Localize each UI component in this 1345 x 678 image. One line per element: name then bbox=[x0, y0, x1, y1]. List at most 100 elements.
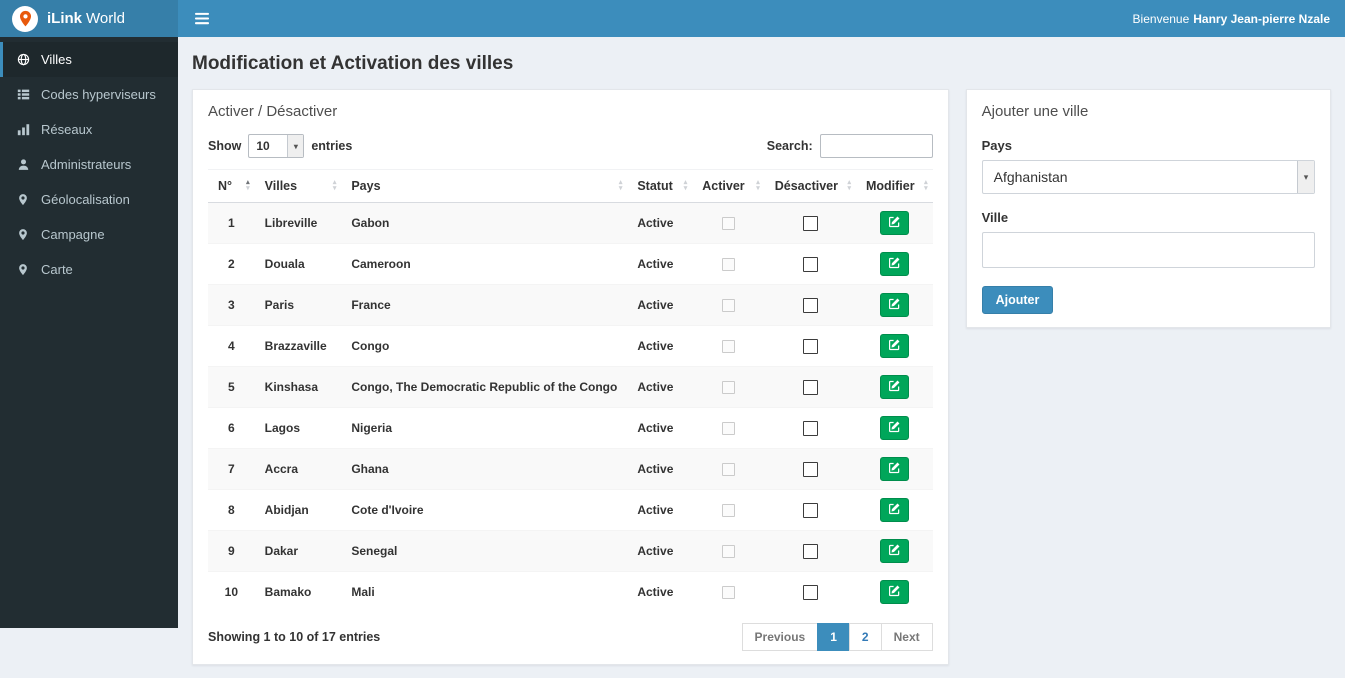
column-header-3[interactable]: Statut▴▾ bbox=[627, 170, 692, 203]
activer-checkbox[interactable] bbox=[722, 504, 735, 517]
hamburger-icon bbox=[195, 12, 209, 25]
ville-cell: Libreville bbox=[255, 203, 342, 244]
bar-chart-icon bbox=[15, 123, 31, 136]
column-header-2[interactable]: Pays▴▾ bbox=[341, 170, 627, 203]
edit-icon bbox=[888, 338, 901, 354]
desactiver-checkbox[interactable] bbox=[803, 421, 818, 436]
edit-button[interactable] bbox=[880, 252, 909, 276]
edit-button[interactable] bbox=[880, 375, 909, 399]
edit-button[interactable] bbox=[880, 293, 909, 317]
table-row: 4 Brazzaville Congo Active bbox=[208, 326, 933, 367]
sidebar-item-villes[interactable]: Villes bbox=[0, 42, 178, 77]
column-header-6[interactable]: Modifier ▴▾ bbox=[856, 170, 933, 203]
ville-input[interactable] bbox=[982, 232, 1315, 268]
row-number: 5 bbox=[208, 367, 255, 408]
sidebar-toggle-button[interactable] bbox=[193, 8, 211, 29]
pagination-previous[interactable]: Previous bbox=[742, 623, 819, 651]
activer-checkbox[interactable] bbox=[722, 340, 735, 353]
desactiver-checkbox[interactable] bbox=[803, 380, 818, 395]
search-input[interactable] bbox=[820, 134, 933, 158]
column-label: Modifier bbox=[866, 179, 915, 193]
entries-label: entries bbox=[311, 139, 352, 153]
edit-button[interactable] bbox=[880, 498, 909, 522]
edit-button[interactable] bbox=[880, 211, 909, 235]
sidebar-menu: Villes Codes hyperviseurs Réseaux Admini… bbox=[0, 37, 178, 287]
page-length-select[interactable]: 10 bbox=[248, 134, 304, 158]
villes-panel-title: Activer / Désactiver bbox=[208, 103, 933, 120]
column-label: Désactiver bbox=[775, 179, 838, 193]
top-navbar: iLinkWorld BienvenueHanry Jean-pierre Nz… bbox=[0, 0, 1345, 37]
sidebar-item-carte[interactable]: Carte bbox=[0, 252, 178, 287]
sidebar-item-reseaux[interactable]: Réseaux bbox=[0, 112, 178, 147]
ajouter-button[interactable]: Ajouter bbox=[982, 286, 1054, 314]
row-number: 9 bbox=[208, 531, 255, 572]
table-info: Showing 1 to 10 of 17 entries bbox=[208, 630, 380, 644]
brand-bold: iLink bbox=[47, 10, 82, 27]
column-label: N° bbox=[218, 179, 232, 193]
activer-checkbox[interactable] bbox=[722, 299, 735, 312]
table-row: 5 Kinshasa Congo, The Democratic Republi… bbox=[208, 367, 933, 408]
activer-checkbox[interactable] bbox=[722, 258, 735, 271]
desactiver-checkbox[interactable] bbox=[803, 585, 818, 600]
show-label: Show bbox=[208, 139, 241, 153]
row-number: 1 bbox=[208, 203, 255, 244]
pays-cell: Ghana bbox=[341, 449, 627, 490]
edit-button[interactable] bbox=[880, 539, 909, 563]
edit-button[interactable] bbox=[880, 457, 909, 481]
column-header-4[interactable]: Activer▴▾ bbox=[692, 170, 764, 203]
activer-checkbox[interactable] bbox=[722, 545, 735, 558]
edit-icon bbox=[888, 297, 901, 313]
row-number: 2 bbox=[208, 244, 255, 285]
pagination-next[interactable]: Next bbox=[881, 623, 933, 651]
ville-cell: Accra bbox=[255, 449, 342, 490]
edit-button[interactable] bbox=[880, 580, 909, 604]
table-controls: Show 10 entries Search: bbox=[208, 134, 933, 158]
column-header-5[interactable]: Désactiver▴▾ bbox=[765, 170, 856, 203]
desactiver-checkbox[interactable] bbox=[803, 462, 818, 477]
sort-icon: ▴▾ bbox=[924, 180, 928, 192]
pays-select[interactable]: Afghanistan bbox=[982, 160, 1315, 194]
row-number: 8 bbox=[208, 490, 255, 531]
navbar: BienvenueHanry Jean-pierre Nzale bbox=[178, 0, 1345, 37]
villes-table-body: 1 Libreville Gabon Active 2 Douala Camer… bbox=[208, 203, 933, 613]
brand-logo[interactable]: iLinkWorld bbox=[0, 0, 178, 37]
pays-cell: Mali bbox=[341, 572, 627, 613]
edit-button[interactable] bbox=[880, 334, 909, 358]
pagination-page-1[interactable]: 1 bbox=[817, 623, 850, 651]
column-header-1[interactable]: Villes▴▾ bbox=[255, 170, 342, 203]
pays-cell: Cameroon bbox=[341, 244, 627, 285]
sidebar-item-label: Codes hyperviseurs bbox=[41, 87, 156, 102]
sidebar: Villes Codes hyperviseurs Réseaux Admini… bbox=[0, 37, 178, 628]
pays-cell: Nigeria bbox=[341, 408, 627, 449]
statut-cell: Active bbox=[627, 408, 692, 449]
desactiver-checkbox[interactable] bbox=[803, 503, 818, 518]
desactiver-checkbox[interactable] bbox=[803, 544, 818, 559]
table-footer: Showing 1 to 10 of 17 entries Previous12… bbox=[208, 623, 933, 651]
welcome-prefix: Bienvenue bbox=[1133, 12, 1190, 26]
activer-checkbox[interactable] bbox=[722, 381, 735, 394]
desactiver-checkbox[interactable] bbox=[803, 257, 818, 272]
activer-checkbox[interactable] bbox=[722, 422, 735, 435]
pagination-page-2[interactable]: 2 bbox=[849, 623, 882, 651]
column-label: Activer bbox=[702, 179, 744, 193]
activer-checkbox[interactable] bbox=[722, 463, 735, 476]
sidebar-item-label: Campagne bbox=[41, 227, 105, 242]
sidebar-item-administrateurs[interactable]: Administrateurs bbox=[0, 147, 178, 182]
welcome-user: Hanry Jean-pierre Nzale bbox=[1193, 12, 1330, 26]
desactiver-checkbox[interactable] bbox=[803, 216, 818, 231]
sidebar-item-geolocalisation[interactable]: Géolocalisation bbox=[0, 182, 178, 217]
edit-button[interactable] bbox=[880, 416, 909, 440]
edit-icon bbox=[888, 256, 901, 272]
activer-checkbox[interactable] bbox=[722, 586, 735, 599]
desactiver-checkbox[interactable] bbox=[803, 298, 818, 313]
brand-rest: World bbox=[86, 10, 125, 27]
sidebar-item-campagne[interactable]: Campagne bbox=[0, 217, 178, 252]
activer-checkbox[interactable] bbox=[722, 217, 735, 230]
column-header-0[interactable]: N°▴▾ bbox=[208, 170, 255, 203]
sidebar-item-codes-hyperviseurs[interactable]: Codes hyperviseurs bbox=[0, 77, 178, 112]
globe-icon bbox=[15, 53, 31, 66]
desactiver-checkbox[interactable] bbox=[803, 339, 818, 354]
pays-cell: Senegal bbox=[341, 531, 627, 572]
row-number: 3 bbox=[208, 285, 255, 326]
villes-table: N°▴▾Villes▴▾Pays▴▾Statut▴▾Activer▴▾Désac… bbox=[208, 169, 933, 612]
